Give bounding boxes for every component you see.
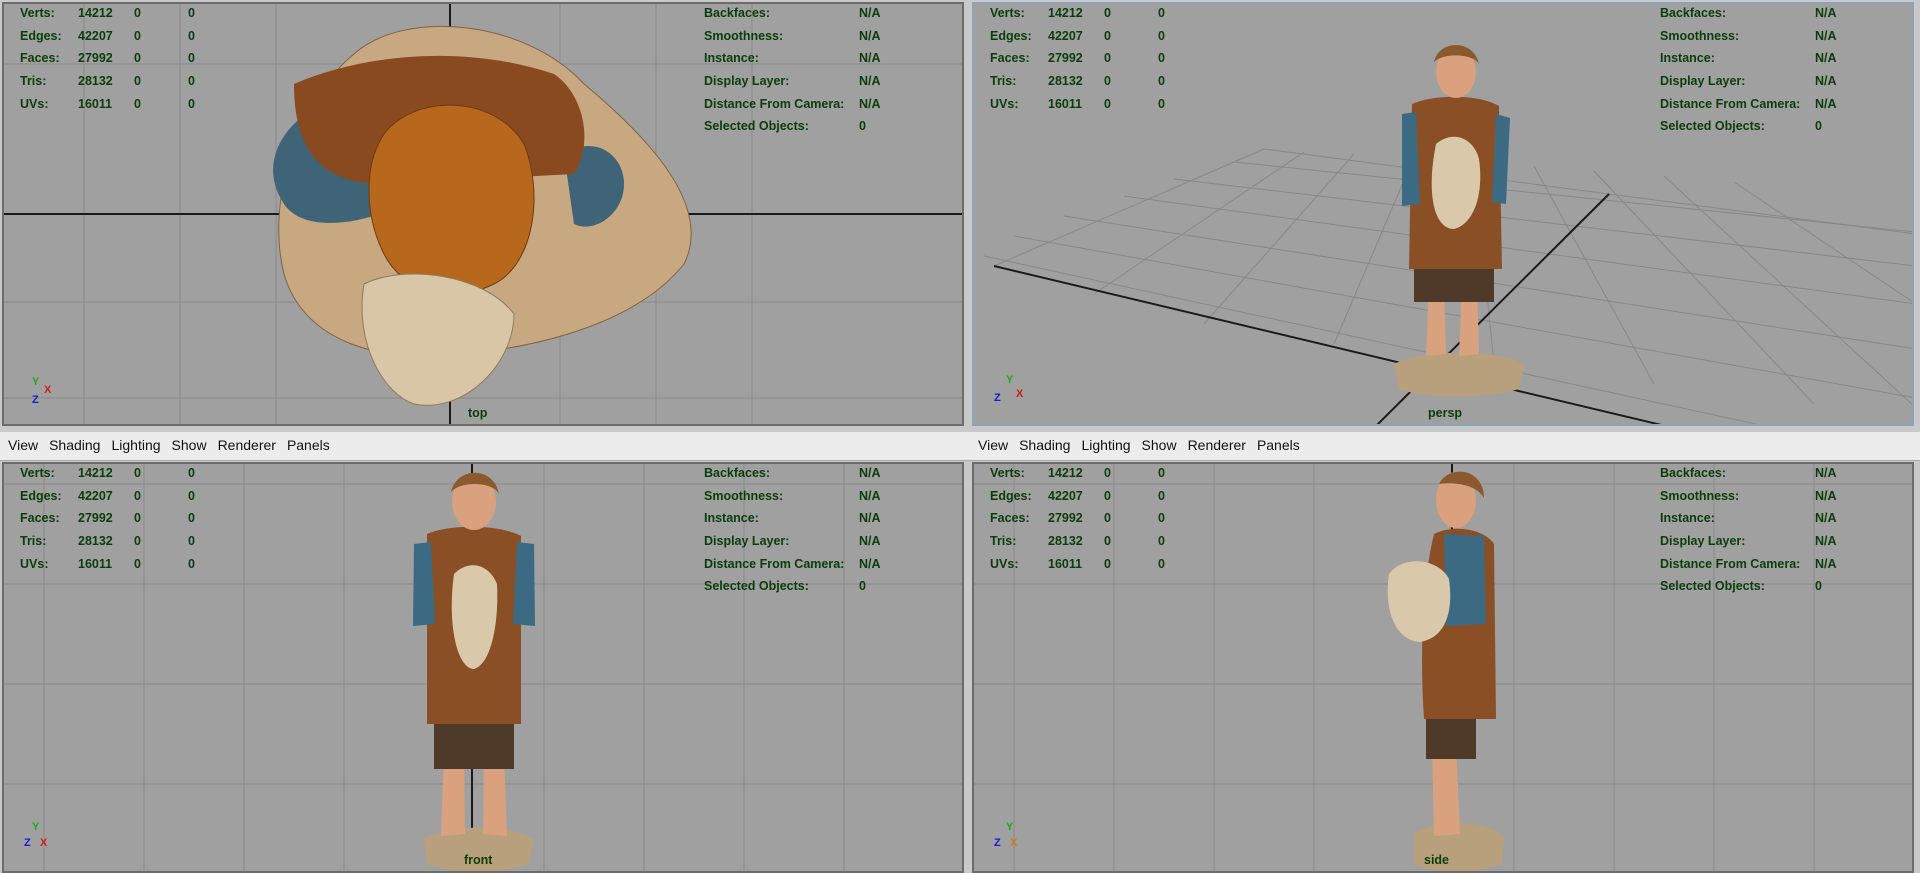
stat-row: Edges: 42207 0 0: [990, 28, 1165, 43]
panel-menubar: View Shading Lighting Show Renderer Panels: [0, 432, 970, 461]
menu-renderer[interactable]: Renderer: [1182, 432, 1251, 453]
menu-panels[interactable]: Panels: [1251, 432, 1305, 453]
viewport-front[interactable]: View Shading Lighting Show Renderer Panels: [0, 432, 970, 873]
info-row: Instance: N/A: [1660, 51, 1837, 66]
model-side-view[interactable]: [1384, 464, 1514, 873]
info-row: Distance From Camera: N/A: [704, 96, 881, 111]
info-row: Instance: N/A: [704, 511, 881, 526]
stat-row: Edges: 42207 0 0: [20, 28, 195, 43]
info-row: Display Layer: N/A: [704, 74, 881, 89]
poly-stats: Verts: 14212 0 0 Edges: 42207 0 0 Faces: 27992 0…: [20, 4, 240, 115]
info-row: Backfaces: N/A: [704, 6, 881, 20]
axis-gizmo: Y Z X: [994, 374, 1024, 404]
stat-row: Verts: 14212 0 0: [990, 466, 1165, 480]
info-row: Smoothness: N/A: [1660, 28, 1837, 43]
info-row: Backfaces: N/A: [1660, 466, 1837, 480]
viewport-side[interactable]: View Shading Lighting Show Renderer Panels: [970, 432, 1920, 873]
object-info: Backfaces: N/A Smoothness: N/A Instance: N/…: [704, 4, 924, 138]
object-info: Backfaces: N/A Smoothness: N/A Instance: N/…: [704, 464, 924, 598]
axis-gizmo: Y Z X: [24, 821, 48, 849]
info-row: Smoothness: N/A: [704, 488, 881, 503]
info-row: Distance From Camera: N/A: [1660, 96, 1837, 111]
viewport-top[interactable]: Verts: 14212 0 0 Edges: 42207 0 0 Faces: 27992 0…: [0, 0, 970, 432]
menu-shading[interactable]: Shading: [1013, 432, 1075, 453]
info-row: Smoothness: N/A: [704, 28, 881, 43]
stat-row: Faces: 27992 0 0: [20, 511, 195, 526]
menu-lighting[interactable]: Lighting: [105, 432, 165, 453]
info-row: Display Layer: N/A: [704, 534, 881, 549]
menu-view[interactable]: View: [0, 432, 43, 453]
axis-gizmo: Y X Z: [32, 376, 52, 406]
model-front-view[interactable]: [399, 464, 549, 873]
info-row: Distance From Camera: N/A: [704, 556, 881, 571]
viewport-top-canvas[interactable]: Verts: 14212 0 0 Edges: 42207 0 0 Faces: 27992 0…: [2, 2, 964, 426]
stat-row: UVs: 16011 0 0: [990, 96, 1165, 111]
stat-row: Verts: 14212 0 0: [990, 6, 1165, 20]
model-persp-view[interactable]: [1384, 34, 1534, 404]
stat-row: UVs: 16011 0 0: [20, 556, 195, 571]
menu-lighting[interactable]: Lighting: [1075, 432, 1135, 453]
camera-label: front: [464, 853, 493, 867]
info-row: Selected Objects: 0: [704, 119, 866, 134]
info-row: Backfaces: N/A: [1660, 6, 1837, 20]
info-row: Distance From Camera: N/A: [1660, 556, 1837, 571]
axis-gizmo: Y Z X: [994, 821, 1018, 849]
info-row: Selected Objects: 0: [704, 579, 866, 594]
info-row: Display Layer: N/A: [1660, 534, 1837, 549]
info-row: Selected Objects: 0: [1660, 119, 1822, 134]
poly-stats: Verts: 14212 0 0 Edges: 42207 0 0 Faces: 27992 0…: [990, 464, 1210, 575]
stat-row: Verts: 14212 0 0: [20, 6, 195, 20]
menu-show[interactable]: Show: [1136, 432, 1182, 453]
poly-stats: Verts: 14212 0 0 Edges: 42207 0 0 Faces: 27992 0…: [20, 464, 240, 575]
info-row: Display Layer: N/A: [1660, 74, 1837, 89]
viewport-persp-canvas[interactable]: Verts: 14212 0 0 Edges: 42207 0 0 Faces: 27992 0…: [972, 2, 1914, 426]
menu-shading[interactable]: Shading: [43, 432, 105, 453]
stat-row: Tris: 28132 0 0: [990, 534, 1165, 549]
stat-row: Edges: 42207 0 0: [990, 488, 1165, 503]
camera-label: top: [468, 406, 488, 420]
stat-row: UVs: 16011 0 0: [20, 96, 195, 111]
panel-menubar: View Shading Lighting Show Renderer Panels: [970, 432, 1920, 461]
stat-row: Tris: 28132 0 0: [20, 534, 195, 549]
viewport-side-canvas[interactable]: Verts: 14212 0 0 Edges: 42207 0 0 Faces: 27992 0…: [972, 462, 1914, 873]
stat-row: Verts: 14212 0 0: [20, 466, 195, 480]
info-row: Smoothness: N/A: [1660, 488, 1837, 503]
info-row: Instance: N/A: [704, 51, 881, 66]
stat-row: Faces: 27992 0 0: [20, 51, 195, 66]
stat-row: Tris: 28132 0 0: [20, 74, 195, 89]
menu-panels[interactable]: Panels: [281, 432, 335, 453]
camera-label: side: [1424, 853, 1450, 867]
object-info: Backfaces: N/A Smoothness: N/A Instance: N/…: [1660, 4, 1880, 138]
camera-label: persp: [1428, 406, 1463, 420]
info-row: Backfaces: N/A: [704, 466, 881, 480]
stat-row: Faces: 27992 0 0: [990, 511, 1165, 526]
viewport-front-canvas[interactable]: Verts: 14212 0 0 Edges: 42207 0 0 Faces: 27992 0…: [2, 462, 964, 873]
stat-row: UVs: 16011 0 0: [990, 556, 1165, 571]
stat-row: Tris: 28132 0 0: [990, 74, 1165, 89]
info-row: Instance: N/A: [1660, 511, 1837, 526]
object-info: Backfaces: N/A Smoothness: N/A Instance: N/…: [1660, 464, 1880, 598]
viewport-persp[interactable]: Verts: 14212 0 0 Edges: 42207 0 0 Faces: 27992 0…: [970, 0, 1920, 432]
poly-stats: Verts: 14212 0 0 Edges: 42207 0 0 Faces: 27992 0…: [990, 4, 1210, 115]
menu-renderer[interactable]: Renderer: [212, 432, 281, 453]
menu-view[interactable]: View: [970, 432, 1013, 453]
menu-show[interactable]: Show: [166, 432, 212, 453]
stat-row: Edges: 42207 0 0: [20, 488, 195, 503]
stat-row: Faces: 27992 0 0: [990, 51, 1165, 66]
info-row: Selected Objects: 0: [1660, 579, 1822, 594]
model-top-view[interactable]: [264, 14, 704, 414]
